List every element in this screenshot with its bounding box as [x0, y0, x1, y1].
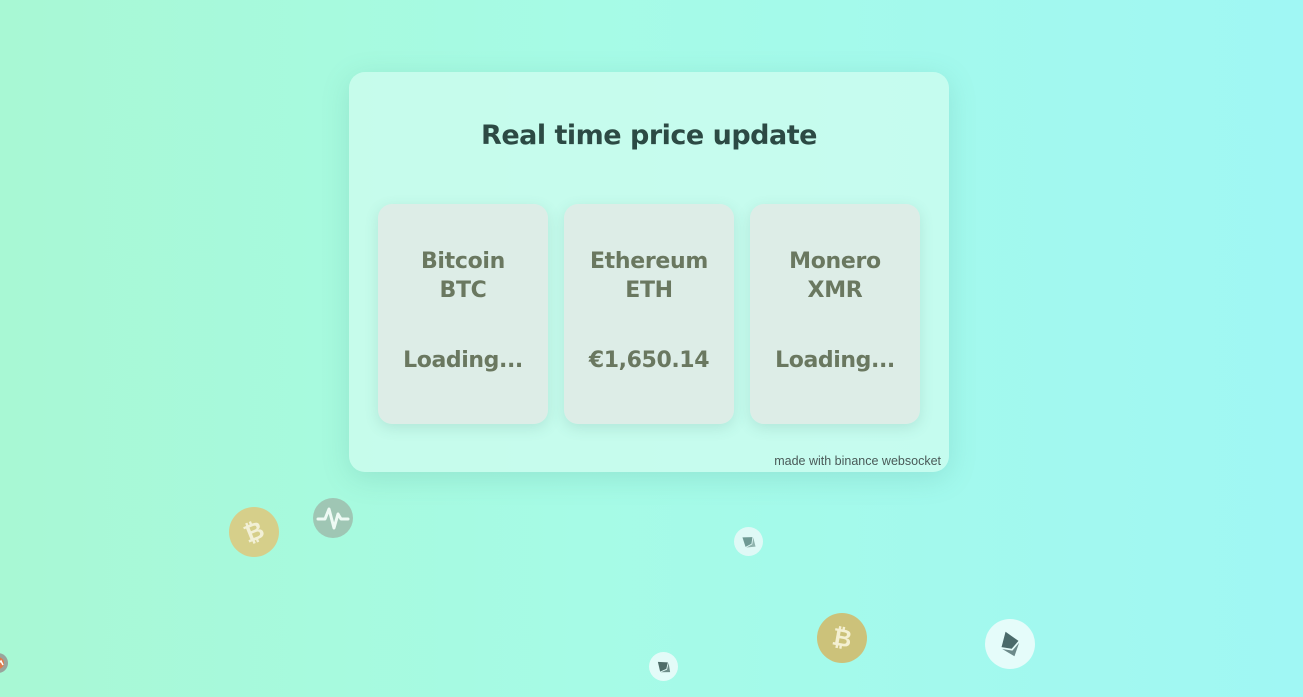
monero-icon [0, 653, 8, 673]
coin-symbol: ETH [625, 278, 673, 303]
credit-note: made with binance websocket [774, 454, 941, 468]
page-title: Real time price update [481, 120, 817, 151]
coin-card-xmr: Monero XMR Loading... [750, 204, 920, 424]
coin-symbol: XMR [807, 278, 863, 303]
ethereum-icon [649, 652, 678, 681]
coin-symbol: BTC [439, 278, 487, 303]
price-panel: Real time price update Bitcoin BTC Loadi… [349, 72, 949, 472]
pulse-icon [313, 498, 353, 538]
coin-name: Ethereum [589, 249, 709, 274]
coin-name: Bitcoin [420, 249, 506, 274]
svg-text:₿: ₿ [830, 623, 854, 653]
coin-card-btc: Bitcoin BTC Loading... [378, 204, 548, 424]
ethereum-icon [734, 527, 763, 556]
coin-name: Monero [789, 249, 881, 274]
coin-price: Loading... [775, 348, 895, 373]
bitcoin-icon: ₿ [817, 613, 867, 663]
coin-price: Loading... [403, 348, 523, 373]
coin-card-eth: Ethereum ETH €1,650.14 [564, 204, 734, 424]
bitcoin-icon: ₿ [229, 507, 279, 557]
svg-text:₿: ₿ [240, 517, 269, 547]
coin-price: €1,650.14 [588, 348, 710, 373]
ethereum-icon [985, 619, 1035, 669]
